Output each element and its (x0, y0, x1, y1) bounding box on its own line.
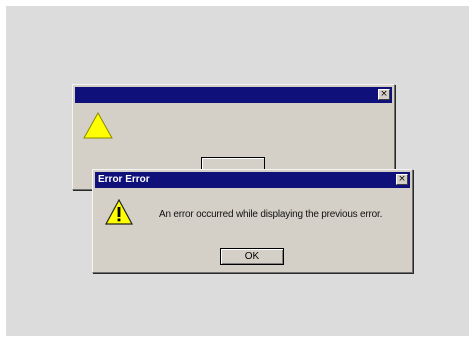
back-dialog-close-button[interactable]: × (378, 89, 390, 100)
back-dialog-titlebar[interactable]: × (75, 87, 392, 103)
warning-icon (105, 199, 133, 225)
error-message: An error occurred while displaying the p… (159, 209, 383, 220)
front-dialog-title: Error Error (98, 174, 150, 185)
front-dialog-close-button[interactable]: × (396, 174, 408, 185)
desktop-background: × Error Error × An error occurred while … (6, 6, 469, 336)
front-error-dialog: Error Error × An error occurred while di… (92, 169, 413, 273)
front-dialog-titlebar[interactable]: Error Error × (95, 172, 410, 188)
warning-icon (83, 112, 113, 139)
ok-button[interactable]: OK (220, 248, 284, 265)
